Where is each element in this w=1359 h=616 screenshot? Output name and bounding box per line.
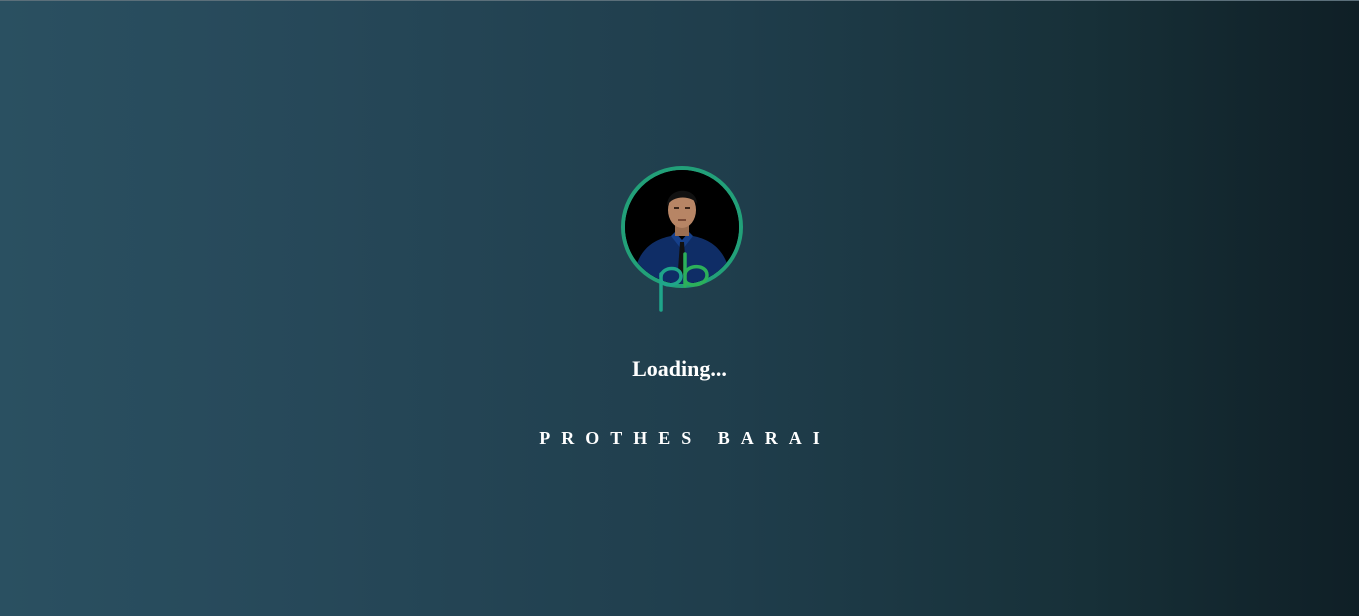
pb-monogram-icon xyxy=(659,252,709,312)
loading-screen: Loading... PROTHES BARAI xyxy=(0,0,1359,616)
loading-status: Loading... xyxy=(632,356,727,381)
owner-name: PROTHES BARAI xyxy=(539,428,831,448)
avatar-logo xyxy=(621,166,743,316)
